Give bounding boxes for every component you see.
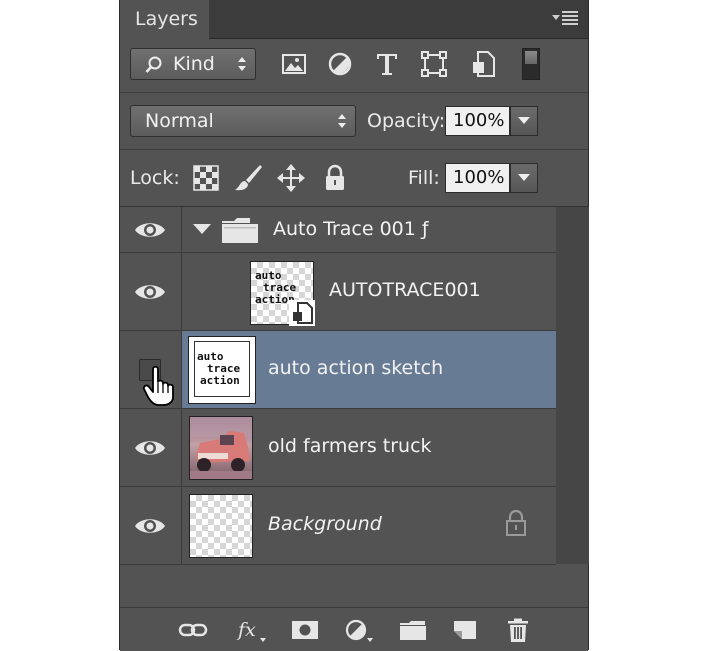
visibility-toggle[interactable] <box>120 409 182 486</box>
link-layers-icon[interactable] <box>178 617 208 643</box>
smart-object-badge-icon <box>289 300 315 326</box>
panel-tab-bar: Layers <box>120 0 588 39</box>
visibility-toggle[interactable] <box>120 207 182 252</box>
fx-layer-style-icon[interactable]: fx <box>236 617 266 643</box>
shape-layer-filter-icon[interactable] <box>418 48 450 80</box>
folder-icon <box>222 218 258 243</box>
tab-layers[interactable]: Layers <box>120 0 209 39</box>
lock-label: Lock: <box>130 167 180 189</box>
filter-toggle-switch[interactable] <box>522 48 540 80</box>
eye-icon <box>135 284 165 299</box>
layer-name: auto action sketch <box>268 357 444 379</box>
layer-row-selected[interactable]: auto trace action auto action sketch <box>120 331 556 409</box>
panel-menu-icon[interactable] <box>550 10 580 28</box>
fill-dropdown-button[interactable] <box>510 163 538 193</box>
search-icon <box>145 56 162 73</box>
opacity-input[interactable]: 100% <box>445 106 510 136</box>
layer-row-smart-object[interactable]: auto trace action AUTOTRACE001 <box>120 253 556 331</box>
layer-row-background[interactable]: Background <box>120 487 556 565</box>
move-icon[interactable] <box>275 162 307 194</box>
lock-icon[interactable] <box>319 162 351 194</box>
layer-name: AUTOTRACE001 <box>329 279 481 301</box>
hand-cursor-icon <box>142 365 174 406</box>
eye-icon <box>135 222 165 237</box>
smart-object-filter-icon[interactable] <box>468 48 500 80</box>
layer-row-photo[interactable]: old farmers truck <box>120 409 556 487</box>
adjustment-layer-icon[interactable] <box>343 617 373 643</box>
fill-input[interactable]: 100% <box>445 163 510 193</box>
updown-arrows-icon <box>338 114 346 128</box>
filter-row: Kind <box>120 38 588 94</box>
lock-transparent-pixels-icon[interactable] <box>190 162 222 194</box>
visibility-toggle[interactable] <box>120 487 182 564</box>
lock-icon[interactable] <box>504 509 528 537</box>
layer-name: Background <box>268 513 382 535</box>
layer-name: Auto Trace 001 ƒ <box>273 218 429 240</box>
filter-toggle-knob <box>525 51 537 64</box>
visibility-toggle[interactable] <box>120 331 182 408</box>
chevron-down-icon <box>518 117 530 124</box>
layers-scrollbar[interactable] <box>556 207 589 564</box>
expand-triangle-icon[interactable] <box>193 223 211 235</box>
blend-mode-value: Normal <box>145 110 214 132</box>
brush-icon[interactable] <box>232 162 264 194</box>
blend-mode-dropdown[interactable]: Normal <box>130 105 356 137</box>
layer-name: old farmers truck <box>268 435 432 457</box>
layer-row-group[interactable]: Auto Trace 001 ƒ <box>120 207 556 253</box>
adjustment-layer-filter-icon[interactable] <box>324 48 356 80</box>
new-layer-icon[interactable] <box>450 617 480 643</box>
chevron-down-icon <box>518 174 530 181</box>
truck-image <box>190 417 252 479</box>
trash-icon[interactable] <box>503 617 533 643</box>
fill-label: Fill: <box>408 167 440 189</box>
updown-arrows-icon <box>238 57 246 71</box>
pixel-layer-filter-icon[interactable] <box>278 48 310 80</box>
filter-kind-dropdown[interactable]: Kind <box>130 48 256 80</box>
layers-panel: Layers Kind Normal Opacity: 100% Lock: F… <box>119 0 589 651</box>
visibility-toggle[interactable] <box>120 253 182 330</box>
opacity-label: Opacity: <box>367 110 446 132</box>
thumbnail-logo-text: auto trace action <box>197 350 241 387</box>
opacity-dropdown-button[interactable] <box>510 106 538 136</box>
layer-thumbnail: auto trace action <box>250 261 315 326</box>
filter-kind-label: Kind <box>173 53 215 75</box>
new-group-folder-icon[interactable] <box>398 617 428 643</box>
eye-icon <box>135 518 165 533</box>
layer-thumbnail <box>189 494 253 558</box>
layer-mask-icon[interactable] <box>290 617 320 643</box>
blend-row: Normal Opacity: 100% <box>120 93 588 149</box>
lock-row: Lock: Fill: 100% <box>120 150 588 206</box>
layers-bottom-toolbar: fx <box>120 607 588 651</box>
truck-photo-thumbnail <box>189 416 253 480</box>
layer-thumbnail: auto trace action <box>188 336 256 404</box>
svg-text:fx: fx <box>236 619 256 641</box>
layers-list: Auto Trace 001 ƒ auto trace action AUTOT… <box>120 207 556 565</box>
eye-icon <box>135 440 165 455</box>
type-layer-filter-icon[interactable] <box>371 48 403 80</box>
